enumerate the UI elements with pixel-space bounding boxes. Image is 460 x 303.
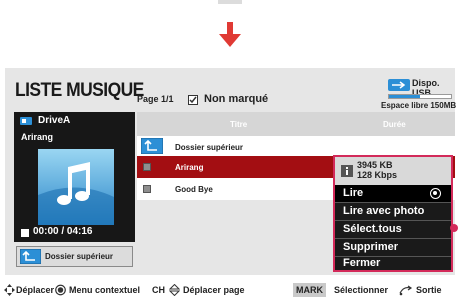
menu-item-select-all[interactable]: Sélect.tous [335,221,451,238]
menu-item-label: Lire avec photo [343,205,425,217]
channel-updown-icon [169,284,180,296]
parent-folder-icon [141,138,163,154]
parent-folder-label: Dossier supérieur [45,252,114,261]
drive-name: DriveA [38,115,71,126]
file-bitrate: 128 Kbps [357,170,398,180]
exit-icon [399,285,413,296]
music-note-icon [38,149,114,225]
menu-item-delete[interactable]: Supprimer [335,239,451,256]
menu-item-label: Fermer [343,257,381,269]
radio-selected-icon [430,188,441,199]
list-item-label: Dossier supérieur [175,143,244,152]
footer-select: Sélectionner [334,285,389,295]
parent-folder-button[interactable]: Dossier supérieur [16,246,133,267]
list-header: Titre Durée [137,112,455,136]
music-file-icon [143,163,151,171]
ok-button-icon [55,284,66,296]
free-space-bar [388,94,452,99]
scroll-indicator [450,224,458,232]
marked-status: Non marqué [204,93,269,105]
column-duration: Durée [383,120,406,129]
now-playing-preview: DriveA Arirang 00:00 / 04:16 [14,112,135,242]
menu-item-close[interactable]: Fermer [335,255,451,272]
footer-context-menu: Menu contextuel [69,285,141,295]
down-arrow-icon [219,22,241,47]
menu-item-play[interactable]: Lire [335,185,451,202]
file-info: 3945 KB 128 Kbps [335,157,451,185]
column-title: Titre [230,120,248,129]
dpad-icon [4,284,15,296]
music-file-icon [143,185,151,193]
list-item-parent-folder[interactable]: Dossier supérieur [137,136,455,156]
context-menu: 3945 KB 128 Kbps Lire Lire avec photo Sé… [333,155,453,272]
usb-drive-icon [20,117,32,125]
usb-icon [388,79,410,91]
free-space-label: Espace libre 150MB [381,101,457,110]
footer-legend: Déplacer Menu contextuel CH Déplacer pag… [0,281,460,301]
parent-folder-icon [20,249,41,264]
footer-ch: CH [152,285,165,295]
footer-move: Déplacer [16,285,55,295]
page-title: LISTE MUSIQUE [15,80,144,101]
stop-icon [21,229,29,237]
menu-item-label: Sélect.tous [343,223,402,235]
menu-item-play-with-photo[interactable]: Lire avec photo [335,203,451,220]
track-name: Arirang [21,132,54,142]
footer-page-move: Déplacer page [183,285,245,295]
mark-key: MARK [293,283,326,297]
free-space-fill [389,95,420,98]
file-info-icon [341,165,353,177]
file-size: 3945 KB [357,160,393,170]
playback-time: 00:00 / 04:16 [33,226,93,237]
list-item-label: Good Bye [175,185,213,194]
checkbox-icon [188,95,198,105]
menu-item-label: Lire [343,187,364,199]
top-indicator [218,0,242,4]
menu-item-label: Supprimer [343,241,399,253]
list-item-label: Arirang [175,163,204,172]
footer-exit: Sortie [416,285,442,295]
page-indicator: Page 1/1 [137,94,174,104]
